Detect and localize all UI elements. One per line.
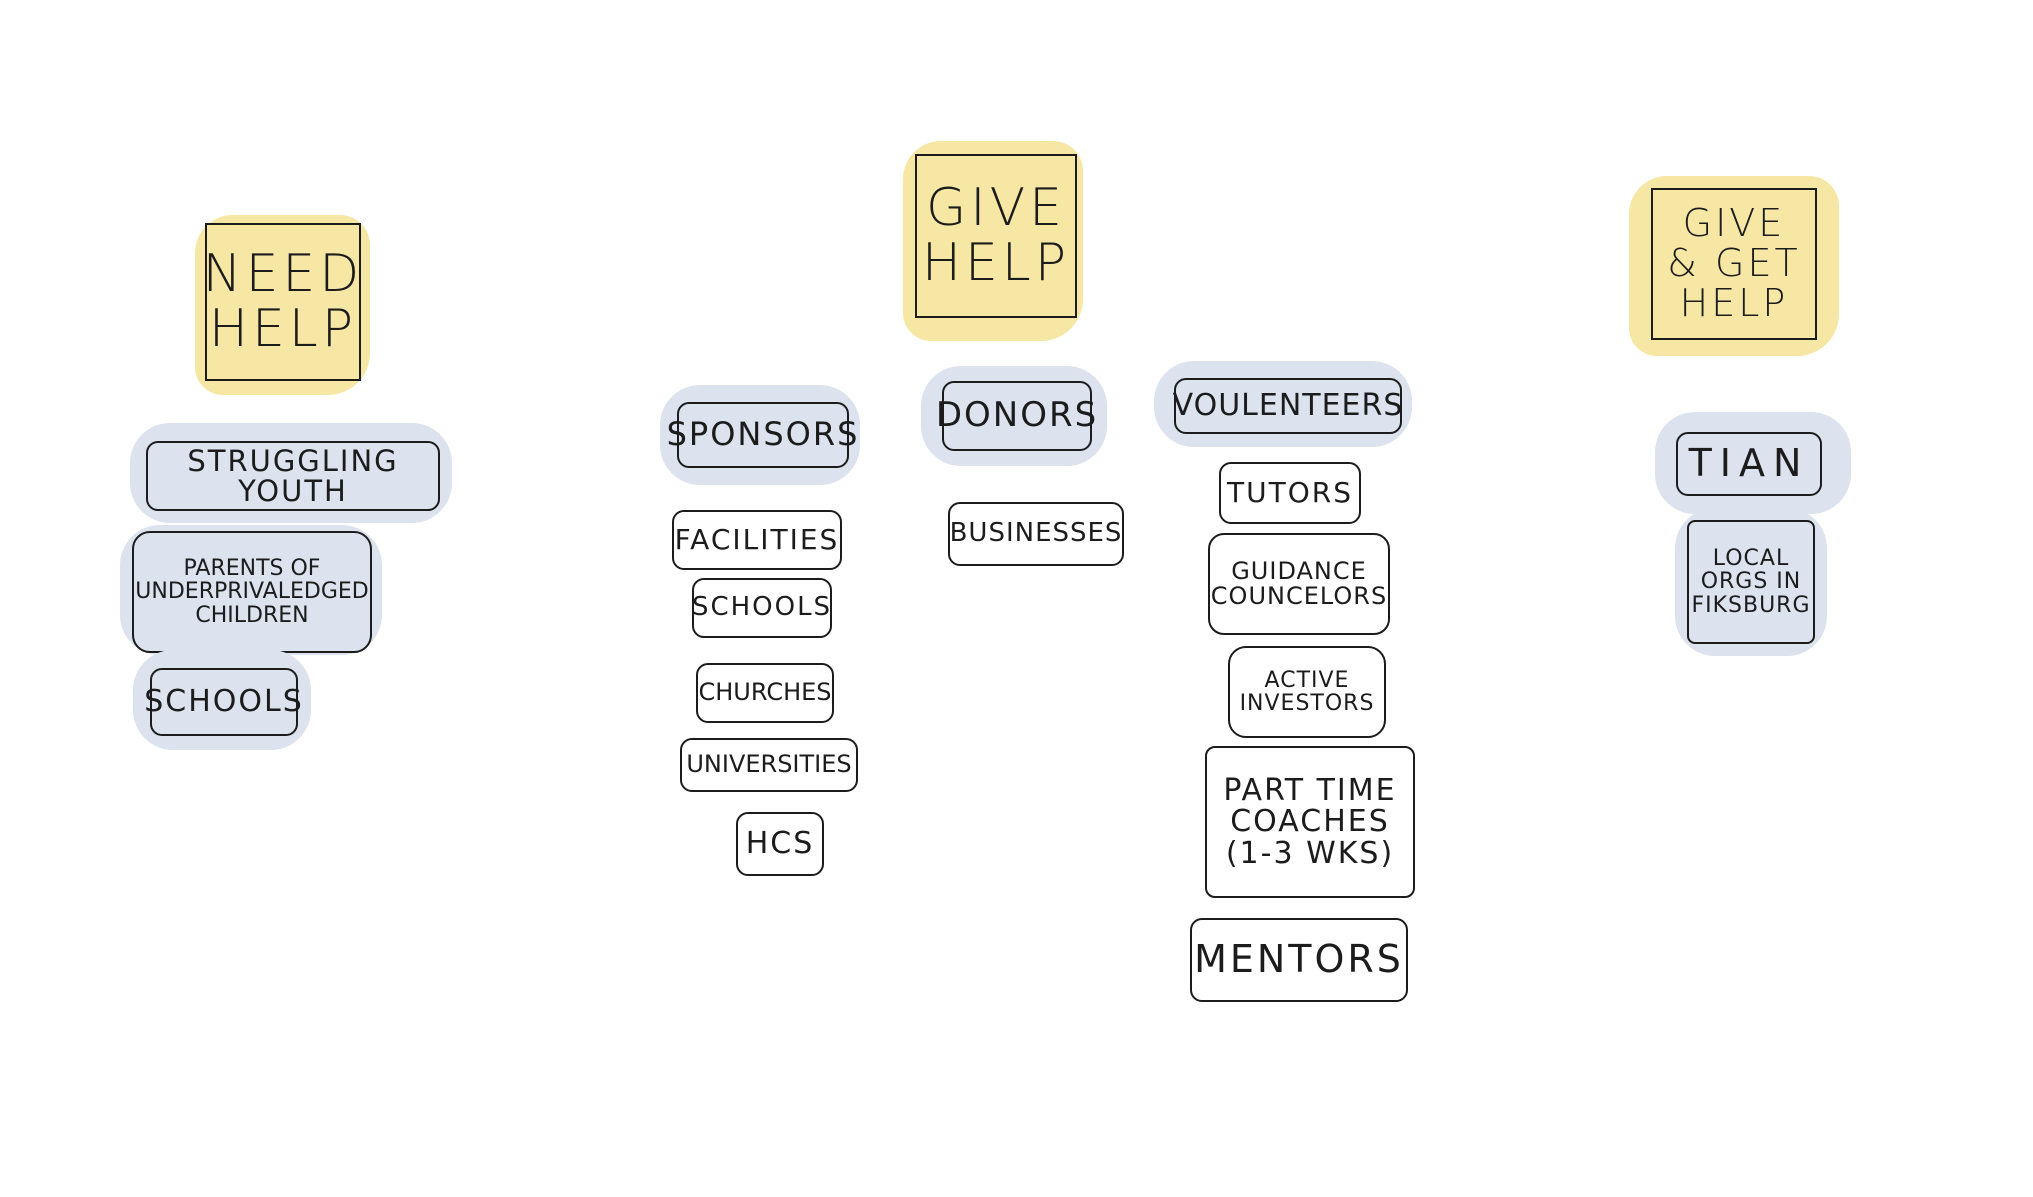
need-help-sticky[interactable]: NEED HELP [195, 215, 370, 395]
struggling-youth-tag[interactable]: STRUGGLING YOUTH [130, 423, 452, 523]
hcs-label: HCS [736, 812, 824, 876]
tutors-tag[interactable]: TUTORS [1219, 462, 1361, 524]
give-get-help-sticky[interactable]: GIVE & GET HELP [1629, 176, 1839, 356]
whiteboard-canvas: NEED HELP STRUGGLING YOUTH PARENTS OF UN… [0, 0, 2033, 1197]
struggling-youth-label: STRUGGLING YOUTH [146, 441, 440, 511]
hcs-tag[interactable]: HCS [736, 812, 826, 876]
schools-sponsor-label: SCHOOLS [692, 578, 832, 638]
give-help-header: GIVE HELP [915, 154, 1077, 318]
local-orgs-label: LOCAL ORGS IN FIKSBURG [1687, 520, 1815, 644]
guidance-counselors-tag[interactable]: GUIDANCE COUNCELORS [1208, 533, 1390, 635]
sponsors-label: SPONSORS [667, 402, 857, 468]
active-investors-label: ACTIVE INVESTORS [1228, 646, 1386, 738]
give-get-help-header: GIVE & GET HELP [1651, 188, 1817, 340]
mentors-label: MENTORS [1190, 918, 1408, 1002]
guidance-counselors-label: GUIDANCE COUNCELORS [1208, 533, 1390, 635]
mentors-tag[interactable]: MENTORS [1190, 918, 1408, 1002]
parents-tag[interactable]: PARENTS OF UNDERPRIVALEDGED CHILDREN [120, 525, 382, 655]
need-help-header: NEED HELP [203, 223, 361, 381]
tutors-label: TUTORS [1219, 462, 1361, 524]
sponsors-tag[interactable]: SPONSORS [660, 385, 860, 485]
volunteers-label: VOULENTEERS [1173, 378, 1402, 434]
facilities-tag[interactable]: FACILITIES [672, 510, 842, 570]
part-time-coaches-label: PART TIME COACHES (1-3 WKS) [1205, 746, 1415, 898]
universities-label: UNIVERSITIES [680, 738, 858, 792]
tian-label: TIAN [1676, 432, 1822, 496]
part-time-coaches-tag[interactable]: PART TIME COACHES (1-3 WKS) [1205, 746, 1415, 898]
local-orgs-tag[interactable]: LOCAL ORGS IN FIKSBURG [1675, 508, 1827, 656]
tian-tag[interactable]: TIAN [1655, 412, 1851, 514]
universities-tag[interactable]: UNIVERSITIES [680, 738, 858, 798]
parents-label: PARENTS OF UNDERPRIVALEDGED CHILDREN [132, 531, 372, 653]
businesses-label: BUSINESSES [948, 502, 1124, 566]
donors-tag[interactable]: DONORS [921, 366, 1107, 466]
donors-label: DONORS [936, 381, 1096, 451]
churches-label: CHURCHES [696, 663, 834, 723]
businesses-tag[interactable]: BUSINESSES [948, 502, 1124, 566]
churches-tag[interactable]: CHURCHES [696, 663, 834, 723]
volunteers-tag[interactable]: VOULENTEERS [1154, 361, 1412, 447]
schools-need-tag[interactable]: SCHOOLS [133, 650, 311, 750]
active-investors-tag[interactable]: ACTIVE INVESTORS [1228, 646, 1386, 738]
give-help-sticky[interactable]: GIVE HELP [903, 141, 1083, 341]
schools-sponsor-tag[interactable]: SCHOOLS [692, 578, 832, 638]
facilities-label: FACILITIES [672, 510, 842, 570]
schools-need-label: SCHOOLS [144, 668, 302, 736]
